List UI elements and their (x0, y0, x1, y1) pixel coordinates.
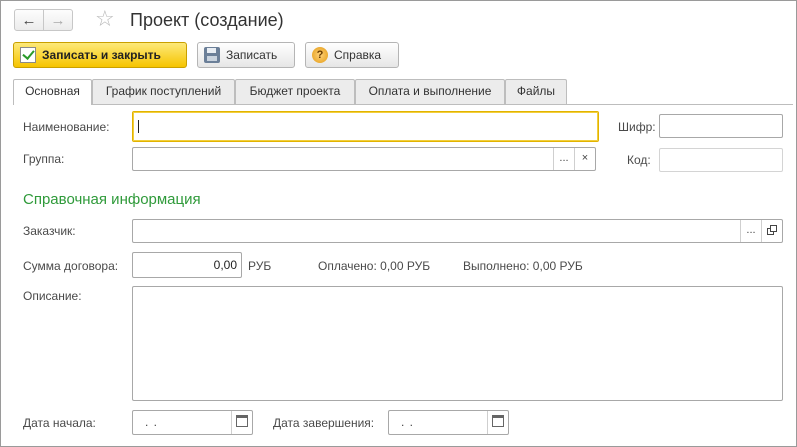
start-date-value: . . (145, 415, 159, 429)
tab-main[interactable]: Основная (13, 79, 92, 105)
description-label: Описание: (23, 289, 82, 303)
start-date-calendar-button[interactable] (231, 411, 252, 434)
back-button[interactable]: ← (14, 9, 44, 31)
group-input[interactable]: ... × (132, 147, 596, 171)
favorite-star-icon[interactable]: ☆ (95, 7, 115, 31)
open-icon[interactable] (761, 220, 782, 242)
save-button[interactable]: Записать (197, 42, 295, 68)
forward-button[interactable]: → (43, 9, 73, 31)
arrow-left-icon: ← (21, 11, 37, 29)
tab-receipts-schedule[interactable]: График поступлений (92, 79, 235, 104)
end-date-value: . . (401, 415, 415, 429)
cipher-input[interactable] (659, 114, 783, 138)
description-textarea[interactable] (132, 286, 783, 401)
group-label: Группа: (23, 152, 65, 166)
text-caret (138, 120, 139, 133)
save-and-close-label: Записать и закрыть (42, 48, 161, 62)
help-label: Справка (334, 48, 382, 62)
help-icon: ? (312, 47, 328, 63)
code-input[interactable] (659, 148, 783, 172)
start-date-input[interactable]: . . (132, 410, 253, 435)
name-input[interactable] (132, 111, 599, 142)
checkmark-icon (20, 47, 36, 63)
calendar-icon (492, 415, 504, 427)
save-label: Записать (226, 48, 278, 62)
tab-payment-execution[interactable]: Оплата и выполнение (355, 79, 505, 104)
save-and-close-button[interactable]: Записать и закрыть (13, 42, 187, 68)
help-button[interactable]: ? Справка (305, 42, 399, 68)
group-clear-button[interactable]: × (574, 148, 595, 170)
currency-label: РУБ (248, 259, 272, 273)
cipher-label: Шифр: (618, 120, 656, 134)
contract-sum-input[interactable]: 0,00 (132, 252, 242, 278)
code-label: Код: (627, 153, 651, 167)
customer-choose-button[interactable]: ... (740, 220, 761, 242)
tab-files[interactable]: Файлы (505, 79, 567, 104)
done-text: Выполнено: 0,00 РУБ (463, 259, 583, 273)
disk-icon (204, 47, 220, 63)
end-date-input[interactable]: . . (388, 410, 509, 435)
window-title: Проект (создание) (130, 10, 284, 30)
arrow-right-icon: → (50, 11, 66, 29)
contract-sum-value: 0,00 (213, 258, 237, 272)
group-choose-button[interactable]: ... (553, 148, 574, 170)
customer-label: Заказчик: (23, 224, 76, 238)
calendar-icon (236, 415, 248, 427)
end-date-calendar-button[interactable] (487, 411, 508, 434)
customer-input[interactable]: ... (132, 219, 783, 243)
end-date-label: Дата завершения: (273, 416, 375, 430)
form-window: ← → ☆ Проект (создание) Записать и закры… (0, 0, 797, 447)
reference-info-heading: Справочная информация (23, 191, 201, 208)
name-label: Наименование: (23, 120, 110, 134)
paid-text: Оплачено: 0,00 РУБ (318, 259, 431, 273)
start-date-label: Дата начала: (23, 416, 96, 430)
tab-project-budget[interactable]: Бюджет проекта (235, 79, 355, 104)
contract-sum-label: Сумма договора: (23, 259, 119, 273)
